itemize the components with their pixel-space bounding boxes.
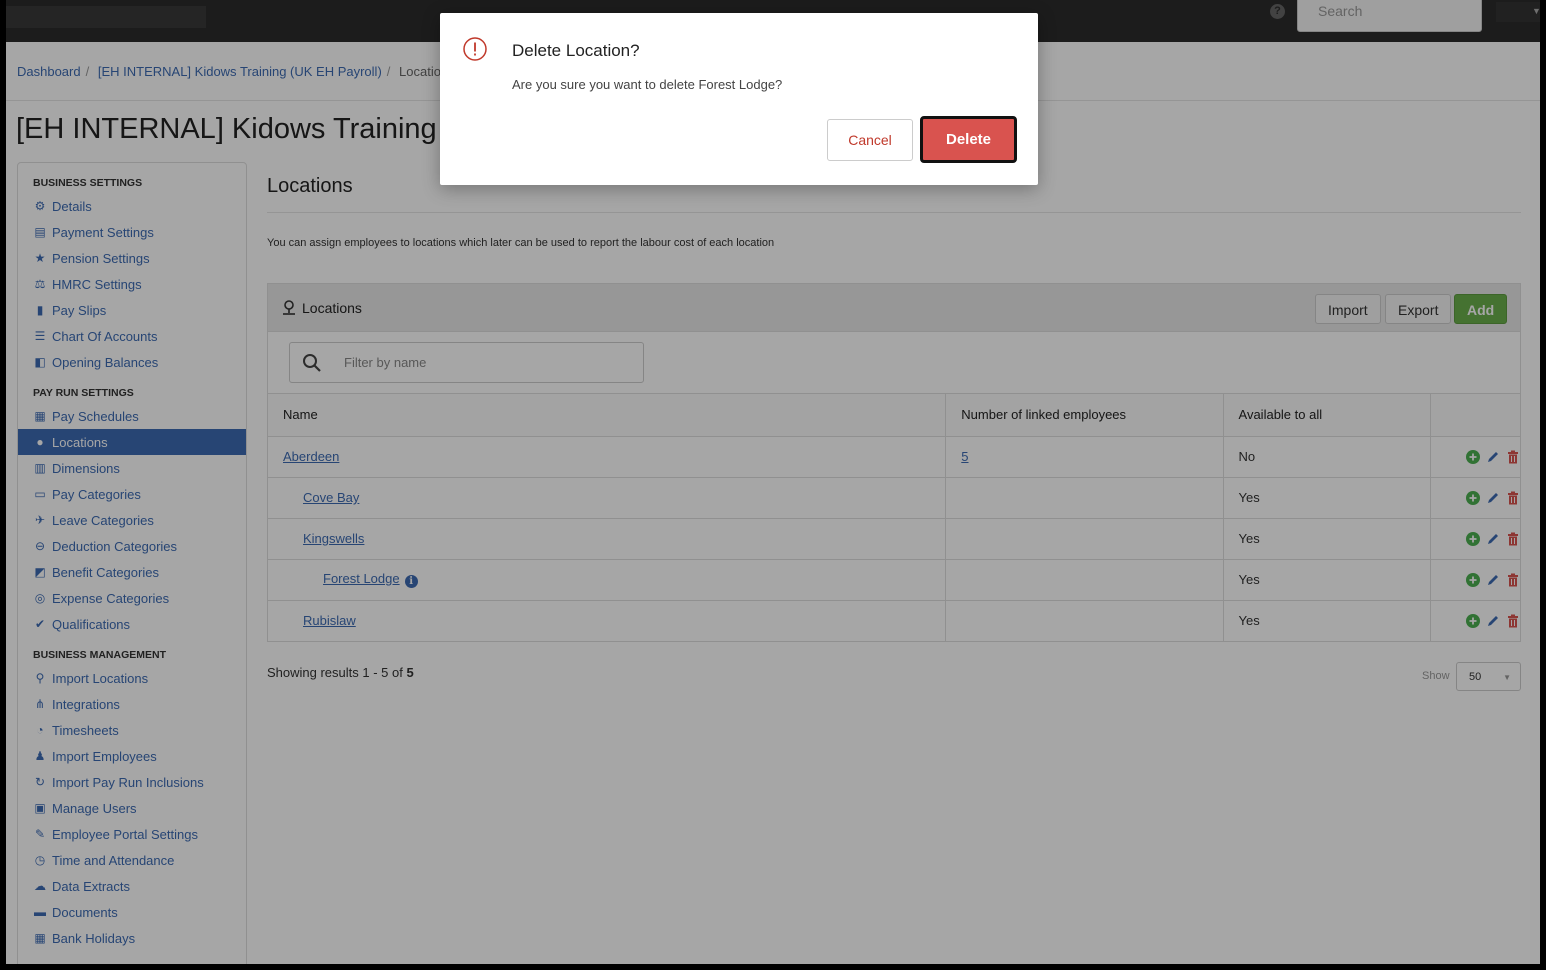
delete-location-dialog: Delete Location? Are you sure you want t… (440, 13, 1038, 185)
cancel-button[interactable]: Cancel (827, 119, 913, 161)
dialog-message: Are you sure you want to delete Forest L… (512, 77, 783, 92)
dialog-title: Delete Location? (512, 41, 640, 60)
warning-icon (463, 37, 487, 61)
delete-button[interactable]: Delete (920, 116, 1017, 163)
